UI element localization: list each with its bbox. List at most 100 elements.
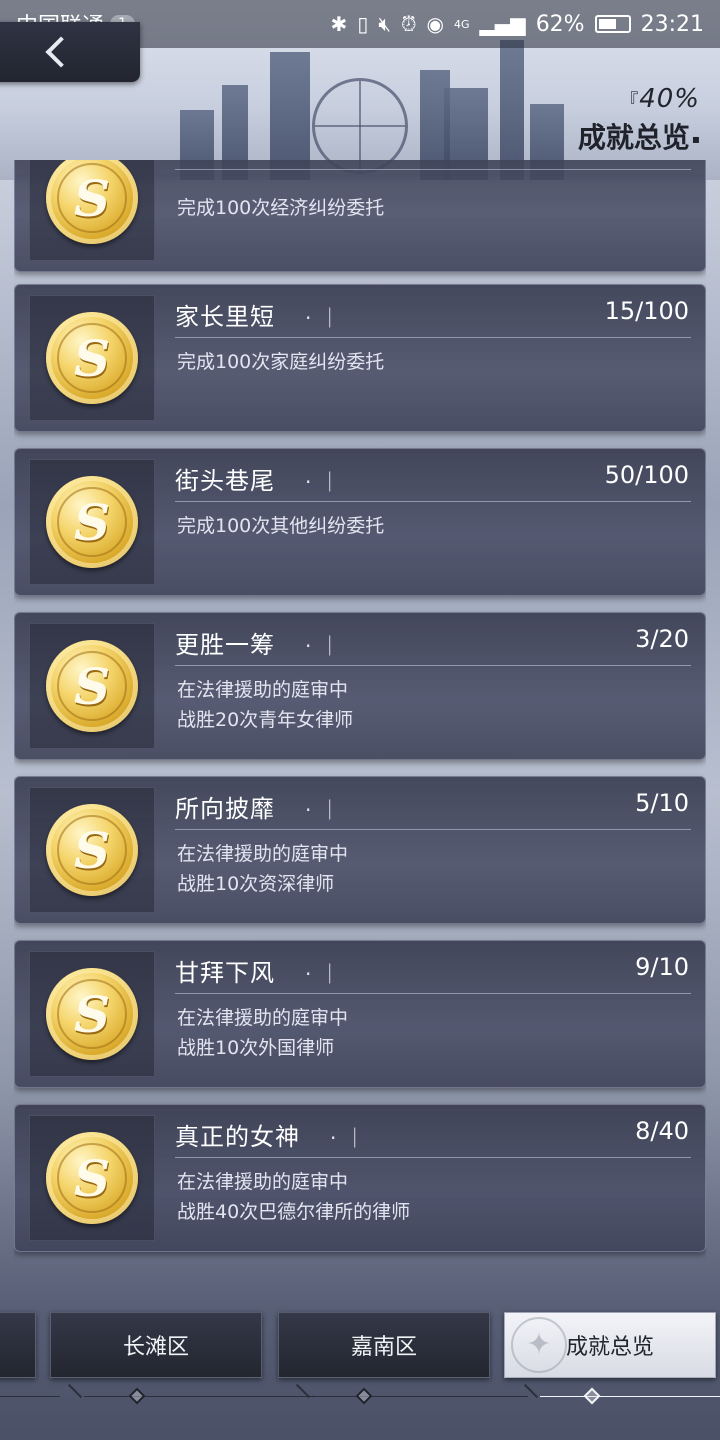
compass-emblem-icon: [511, 1317, 567, 1373]
bottom-tab-bar: 长滩区 嘉南区 成就总览: [0, 1312, 720, 1382]
tab-achievement-overview[interactable]: 成就总览: [504, 1312, 716, 1378]
divider: [175, 829, 691, 830]
gold-coin-icon: S: [46, 968, 138, 1060]
achievement-name: 甘拜下风: [175, 959, 275, 987]
achievement-name: 家长里短: [175, 303, 275, 331]
achievement-description: 完成100次其他纠纷委托: [177, 511, 384, 541]
achievement-card[interactable]: S 完成100次经济纠纷委托: [14, 160, 706, 272]
title-separator: · ｜: [330, 1126, 366, 1150]
gold-coin-icon: S: [46, 160, 138, 244]
coin-glyph: S: [57, 163, 127, 233]
achievement-card[interactable]: S 真正的女神 · ｜ 8/40 在法律援助的庭审中 战胜40次巴德尔律所的律师: [14, 1104, 706, 1252]
vibrate-icon: ▯: [357, 12, 369, 36]
track-line: [84, 1396, 314, 1397]
title-separator: · ｜: [305, 962, 341, 986]
divider: [175, 337, 691, 338]
track-line: [312, 1396, 528, 1397]
achievement-card[interactable]: S 更胜一筹 · ｜ 3/20 在法律援助的庭审中 战胜20次青年女律师: [14, 612, 706, 760]
building: [500, 40, 524, 180]
divider: [175, 1157, 691, 1158]
tab-jianan[interactable]: 嘉南区: [278, 1312, 490, 1378]
gold-coin-icon: S: [46, 640, 138, 732]
achievement-name: 所向披靡: [175, 795, 275, 823]
description-line: 完成100次家庭纠纷委托: [177, 351, 385, 373]
alarm-icon: ⏰︎: [400, 12, 417, 36]
coin-glyph: S: [57, 1143, 127, 1213]
gold-coin-icon: S: [46, 476, 138, 568]
description-line: 在法律援助的庭审中: [177, 843, 349, 865]
achievement-name: 更胜一筹: [175, 631, 275, 659]
achievement-icon-frame: S: [29, 623, 155, 749]
signal-icon: ▂▄▆: [479, 12, 526, 36]
achievement-icon-frame: S: [29, 459, 155, 585]
chevron-left-icon: [45, 36, 77, 68]
tab-indicator-diamond-active: [583, 1387, 601, 1405]
title-separator: · ｜: [305, 306, 341, 330]
achievement-title: 街头巷尾 · ｜: [175, 461, 341, 496]
achievement-description: 在法律援助的庭审中 战胜20次青年女律师: [177, 675, 353, 735]
achievement-description: 在法律援助的庭审中 战胜40次巴德尔律所的律师: [177, 1167, 410, 1227]
tab-label: 成就总览: [565, 1335, 654, 1360]
track-slash: [67, 1383, 83, 1399]
back-button[interactable]: [0, 22, 140, 82]
completion-percent: 40%: [578, 84, 700, 114]
description-line: 战胜10次资深律师: [177, 873, 335, 895]
description-line: 在法律援助的庭审中: [177, 679, 349, 701]
achievement-card[interactable]: S 甘拜下风 · ｜ 9/10 在法律援助的庭审中 战胜10次外国律师: [14, 940, 706, 1088]
divider: [175, 665, 691, 666]
coin-glyph: S: [57, 651, 127, 721]
page-title: 成就总览: [578, 116, 700, 156]
tab-indicator-track: [0, 1382, 720, 1412]
achievement-card[interactable]: S 街头巷尾 · ｜ 50/100 完成100次其他纠纷委托: [14, 448, 706, 596]
achievement-card[interactable]: S 家长里短 · ｜ 15/100 完成100次家庭纠纷委托: [14, 284, 706, 432]
tab-indicator-diamond: [128, 1387, 146, 1405]
coin-glyph: S: [57, 979, 127, 1049]
achievement-description: 完成100次经济纠纷委托: [177, 193, 384, 223]
achievement-card[interactable]: S 所向披靡 · ｜ 5/10 在法律援助的庭审中 战胜10次资深律师: [14, 776, 706, 924]
achievement-progress: 15/100: [604, 297, 689, 325]
tab-partial[interactable]: [0, 1312, 36, 1378]
coin-glyph: S: [57, 487, 127, 557]
divider: [175, 501, 691, 502]
achievement-title: 家长里短 · ｜: [175, 297, 341, 332]
description-line: 完成100次经济纠纷委托: [177, 197, 385, 219]
network-type: 4G: [454, 17, 470, 31]
tab-changtan[interactable]: 长滩区: [50, 1312, 262, 1378]
description-line: 在法律援助的庭审中: [177, 1171, 349, 1193]
achievement-description: 在法律援助的庭审中 战胜10次资深律师: [177, 839, 348, 899]
achievement-progress: 3/20: [635, 625, 689, 653]
achievement-progress: 8/40: [635, 1117, 689, 1145]
description-line: 在法律援助的庭审中: [177, 1007, 349, 1029]
description-line: 战胜10次外国律师: [177, 1037, 335, 1059]
achievement-description: 完成100次家庭纠纷委托: [177, 347, 384, 377]
achievement-title: 所向披靡 · ｜: [175, 789, 341, 824]
achievement-progress: 50/100: [604, 461, 689, 489]
status-icons: ✱ ▯ 🔇︎ ⏰︎ ◉ 4G ▂▄▆ 62% 23:21: [331, 12, 704, 37]
gold-coin-icon: S: [46, 804, 138, 896]
achievement-icon-frame: S: [29, 1115, 155, 1241]
description-line: 完成100次其他纠纷委托: [177, 515, 385, 537]
battery-percent: 62%: [535, 11, 585, 37]
divider: [175, 993, 691, 994]
achievement-icon-frame: S: [29, 951, 155, 1077]
achievement-title: 真正的女神 · ｜: [175, 1117, 366, 1152]
achievement-progress: 5/10: [635, 789, 689, 817]
achievement-name: 街头巷尾: [175, 467, 275, 495]
bluetooth-icon: ✱: [330, 12, 348, 36]
description-line: 战胜40次巴德尔律所的律师: [177, 1201, 411, 1223]
track-line: [0, 1396, 60, 1397]
achievement-icon-frame: S: [29, 295, 155, 421]
achievement-title: 更胜一筹 · ｜: [175, 625, 341, 660]
achievement-progress: 9/10: [635, 953, 689, 981]
coin-glyph: S: [57, 815, 127, 885]
eye-icon: ◉: [426, 12, 444, 36]
mute-icon: 🔇︎: [378, 12, 391, 36]
battery-icon: [594, 15, 631, 33]
gold-coin-icon: S: [46, 1132, 138, 1224]
description-line: 战胜20次青年女律师: [177, 709, 354, 731]
coin-glyph: S: [57, 323, 127, 393]
achievement-list[interactable]: S 完成100次经济纠纷委托 S 家长里短 · ｜ 15/100 完成100次家庭…: [14, 160, 706, 1260]
achievement-title: 甘拜下风 · ｜: [175, 953, 341, 988]
title-separator: · ｜: [305, 634, 341, 658]
divider: [175, 169, 691, 170]
